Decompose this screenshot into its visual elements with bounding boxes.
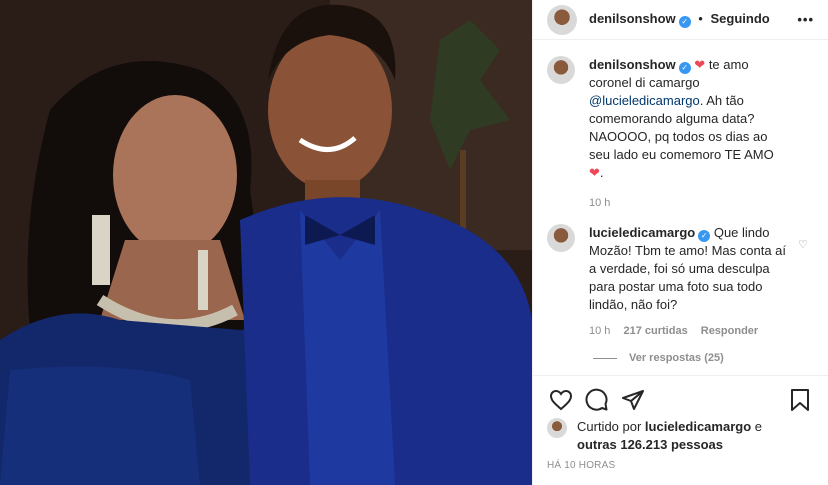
comment-username[interactable]: lucieledicamargo xyxy=(589,225,695,240)
photo-illustration xyxy=(0,0,532,485)
post-header: denilsonshow ✓ • Seguindo ••• xyxy=(533,0,828,40)
heart-icon: ❤ xyxy=(589,165,600,180)
save-icon[interactable] xyxy=(786,386,814,414)
comment-meta: 10 h 217 curtidas Responder xyxy=(589,322,789,340)
reply-button[interactable]: Responder xyxy=(701,325,758,337)
author-username[interactable]: denilsonshow xyxy=(589,11,676,26)
caption-body: denilsonshow ✓ ❤ te amo coronel di camarg… xyxy=(589,56,789,212)
view-replies-button[interactable]: Ver respostas (25) xyxy=(593,352,828,364)
author-avatar[interactable] xyxy=(547,4,577,35)
verified-icon: ✓ xyxy=(678,62,691,74)
author-info: denilsonshow ✓ • Seguindo xyxy=(589,11,770,28)
caption-end: . xyxy=(599,165,604,180)
more-options-icon[interactable]: ••• xyxy=(797,12,814,27)
comment-like-icon[interactable]: ♡ xyxy=(798,238,808,251)
post-photo[interactable] xyxy=(0,0,532,485)
caption-time[interactable]: 10 h xyxy=(589,197,610,209)
comment-likes[interactable]: 217 curtidas xyxy=(623,325,687,337)
comment-avatar[interactable] xyxy=(547,224,575,252)
action-icons xyxy=(533,376,828,416)
caption: denilsonshow ✓ ❤ te amo coronel di camarg… xyxy=(533,56,828,212)
liked-by-text: Curtido por lucieledicamargo e outras 12… xyxy=(577,418,762,454)
share-icon[interactable] xyxy=(619,386,647,414)
comment-body: lucieledicamargo ✓ Que lindo Mozão! Tbm t… xyxy=(589,224,789,340)
caption-avatar[interactable] xyxy=(547,56,575,84)
comment-item: lucieledicamargo ✓ Que lindo Mozão! Tbm t… xyxy=(533,224,828,340)
post-timestamp[interactable]: HÁ 10 HORAS xyxy=(533,454,828,477)
post-sidebar: denilsonshow ✓ • Seguindo ••• denilsonsho… xyxy=(532,0,828,485)
liked-by-prefix: Curtido por xyxy=(577,419,645,434)
comment-time[interactable]: 10 h xyxy=(589,325,610,337)
like-icon[interactable] xyxy=(547,386,575,414)
comments-section[interactable]: denilsonshow ✓ ❤ te amo coronel di camarg… xyxy=(533,56,828,368)
comment-icon[interactable] xyxy=(583,386,611,414)
caption-meta: 10 h xyxy=(589,194,789,212)
follow-button[interactable]: Seguindo xyxy=(710,11,769,26)
liked-by-user[interactable]: lucieledicamargo xyxy=(645,419,751,434)
verified-icon: ✓ xyxy=(698,230,711,242)
caption-username[interactable]: denilsonshow xyxy=(589,57,676,72)
liked-by-avatar[interactable] xyxy=(547,418,567,438)
heart-icon: ❤ xyxy=(694,57,706,72)
liked-by: Curtido por lucieledicamargo e outras 12… xyxy=(533,416,828,454)
view-replies-label: Ver respostas (25) xyxy=(629,352,724,364)
separator: • xyxy=(698,11,703,26)
liked-by-others[interactable]: outras 126.213 pessoas xyxy=(577,437,723,452)
post-actions: Curtido por lucieledicamargo e outras 12… xyxy=(533,375,828,485)
caption-mention[interactable]: @lucieledicamargo xyxy=(589,93,700,108)
verified-icon: ✓ xyxy=(678,16,691,28)
replies-divider xyxy=(593,357,617,359)
liked-by-middle: e xyxy=(751,419,762,434)
